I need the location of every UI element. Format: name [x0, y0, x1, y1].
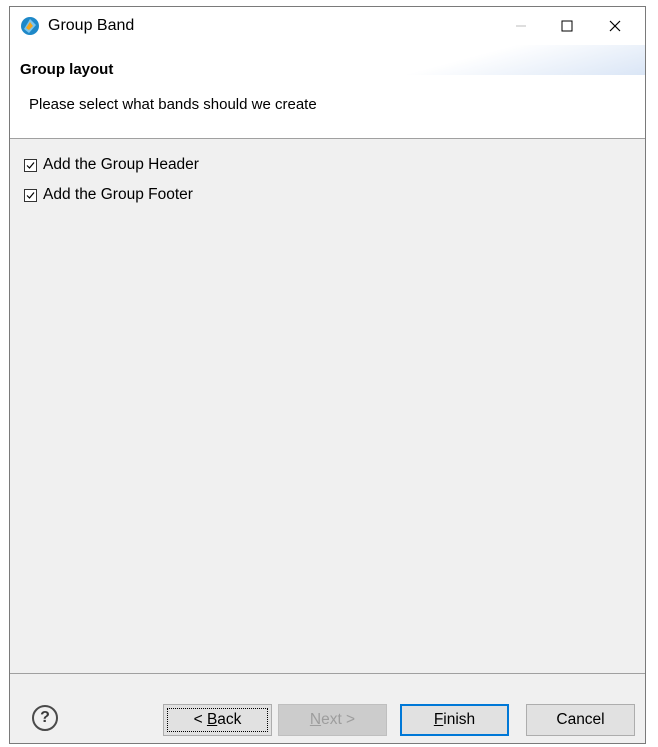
cancel-button-label: Cancel	[556, 711, 605, 728]
close-icon	[609, 20, 621, 32]
next-button[interactable]: Next >	[278, 704, 387, 736]
maximize-icon	[561, 20, 573, 32]
minimize-icon	[516, 25, 526, 27]
group-footer-checkbox[interactable]	[24, 188, 37, 202]
header-banner-gradient	[385, 45, 645, 75]
group-header-option[interactable]: Add the Group Header	[24, 156, 199, 174]
title-bar[interactable]: Group Band	[10, 7, 645, 45]
options-panel: Add the Group Header Add the Group Foote…	[10, 139, 645, 671]
close-button[interactable]	[592, 7, 638, 45]
group-header-checkbox[interactable]	[24, 158, 37, 172]
window-title: Group Band	[48, 17, 135, 34]
group-header-label: Add the Group Header	[43, 156, 199, 173]
group-band-dialog: Group Band Group layout Please select wh…	[9, 6, 646, 744]
minimize-button[interactable]	[498, 7, 544, 45]
back-button[interactable]: < Back	[163, 704, 272, 736]
checkmark-icon	[26, 191, 35, 199]
group-footer-label: Add the Group Footer	[43, 186, 193, 203]
question-mark-icon: ?	[40, 709, 50, 726]
cancel-button[interactable]: Cancel	[526, 704, 635, 736]
next-button-label: Next >	[309, 711, 356, 728]
eclipse-wizard-icon	[21, 17, 39, 35]
maximize-button[interactable]	[544, 7, 590, 45]
focus-rectangle	[167, 708, 268, 732]
finish-button-label: Finish	[433, 711, 476, 728]
button-bar-separator	[10, 673, 645, 674]
help-button[interactable]: ?	[32, 705, 58, 731]
page-title: Group layout	[20, 61, 114, 78]
wizard-header: Group layout Please select what bands sh…	[10, 45, 645, 139]
group-footer-option[interactable]: Add the Group Footer	[24, 186, 193, 204]
finish-button[interactable]: Finish	[400, 704, 509, 736]
checkmark-icon	[26, 161, 35, 169]
page-description: Please select what bands should we creat…	[29, 96, 317, 113]
